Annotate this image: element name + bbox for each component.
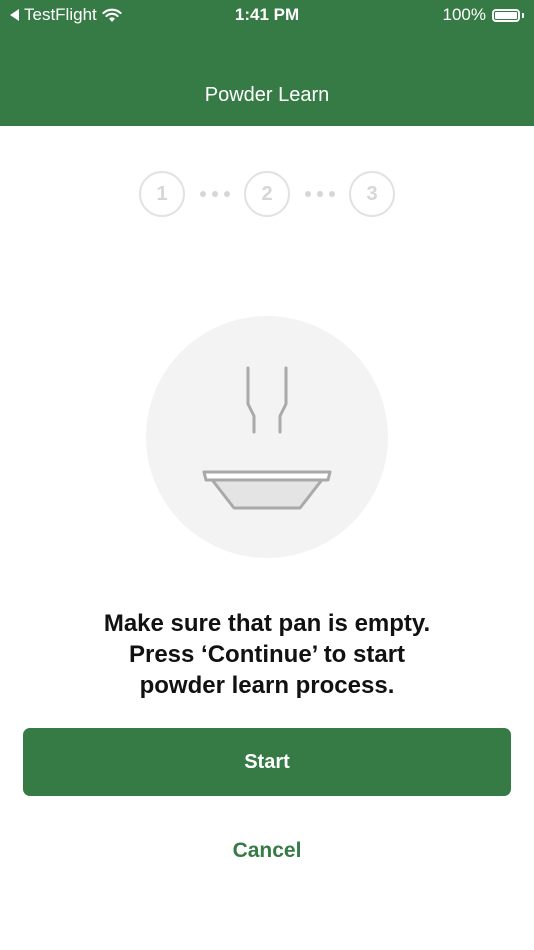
battery-cap (522, 12, 524, 18)
instruction-message: Make sure that pan is empty. Press ‘Cont… (0, 608, 534, 701)
empty-pan-illustration (146, 316, 388, 558)
instruction-line-3: powder learn process. (139, 672, 395, 699)
step-3: 3 (349, 171, 395, 217)
start-button[interactable]: Start (23, 728, 511, 796)
step-connector (185, 191, 244, 197)
step-2: 2 (244, 171, 290, 217)
instruction-line-2: Press ‘Continue’ to start (128, 641, 406, 668)
page-title: Powder Learn (204, 84, 330, 106)
step-connector (290, 191, 349, 197)
battery-icon (492, 8, 520, 22)
status-bar: TestFlight 1:41 PM 100% (0, 0, 534, 30)
battery-fill (495, 11, 517, 19)
battery-status: 100% (443, 5, 524, 25)
instruction-line-1: Make sure that pan is empty. (103, 610, 431, 637)
app-header: TestFlight 1:41 PM 100% Powder Learn (0, 0, 534, 126)
cancel-button[interactable]: Cancel (167, 830, 367, 872)
empty-pan-icon (202, 366, 332, 510)
battery-percent: 100% (442, 5, 486, 24)
step-1: 1 (139, 171, 185, 217)
step-indicator: 1 2 3 (139, 171, 395, 217)
